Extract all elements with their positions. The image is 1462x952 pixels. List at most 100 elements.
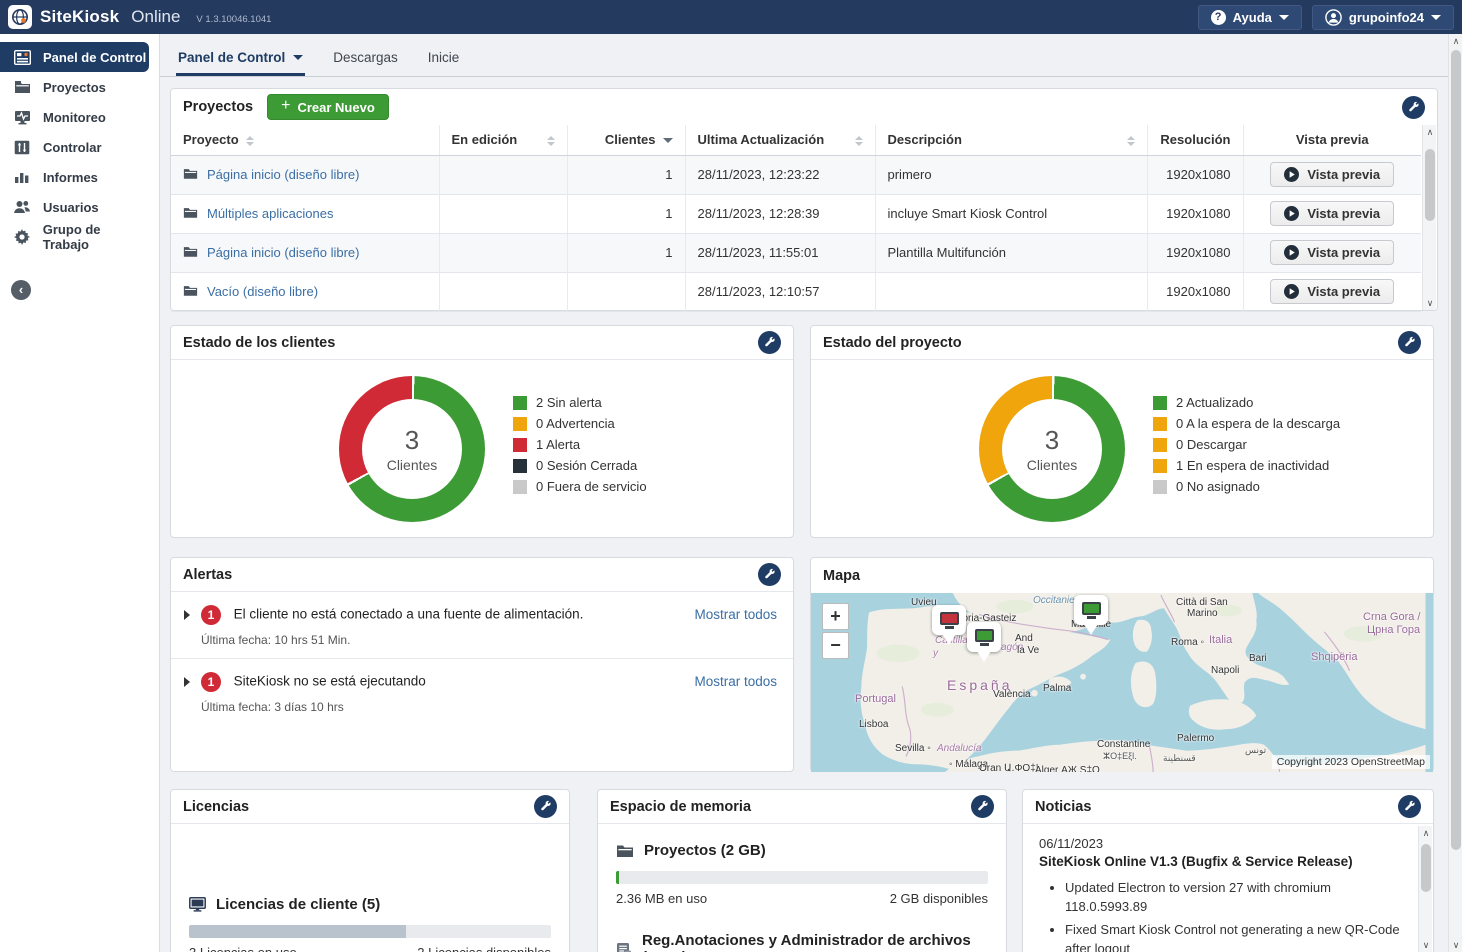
updated-cell: 28/11/2023, 12:28:39 [685, 194, 875, 233]
folder-icon [183, 206, 198, 222]
col-header-en-edicion[interactable]: En edición [439, 125, 567, 155]
map-label: Oran Ա.ΦΟ‡Ι [979, 763, 1039, 772]
map-zoom-out-button[interactable]: − [822, 632, 849, 659]
table-scrollbar[interactable]: ∧ ∨ [1422, 125, 1436, 310]
scroll-down-icon[interactable]: ∨ [1449, 938, 1462, 952]
version-label: V 1.3.10046.1041 [196, 14, 271, 25]
alert-row: 1 SiteKiosk no se está ejecutando Mostra… [171, 659, 793, 725]
expand-triangle-icon[interactable] [184, 610, 190, 620]
storage-progress-fill [616, 871, 619, 884]
legend-label: 0 Fuera de servicio [536, 479, 647, 494]
news-bullet: Updated Electron to version 27 with chro… [1065, 879, 1407, 917]
scroll-up-icon[interactable]: ∧ [1419, 826, 1433, 840]
col-header-ultima-actualizacion[interactable]: Ultima Actualización [685, 125, 875, 155]
sort-desc-icon[interactable] [663, 138, 673, 143]
project-name-link[interactable]: Múltiples aplicaciones [207, 206, 333, 221]
news-scrollbar[interactable]: ∧ ∨ [1418, 826, 1432, 952]
panel-title: Mapa [823, 568, 860, 584]
panel-settings-button[interactable] [971, 795, 994, 818]
map-label: Roma ◦ [1171, 637, 1204, 648]
clientes-cell: 1 [567, 155, 685, 194]
legend-label: 2 Actualizado [1176, 395, 1253, 410]
preview-button[interactable]: Vista previa [1270, 201, 1394, 226]
sidebar-item-informes[interactable]: Informes [0, 162, 149, 192]
legend-label: 1 En espera de inactividad [1176, 458, 1329, 473]
description-cell: Plantilla Multifunción [875, 233, 1147, 272]
chevron-down-icon [1431, 15, 1441, 20]
scroll-up-icon[interactable]: ∧ [1423, 125, 1437, 139]
map-zoom-in-button[interactable]: + [822, 603, 849, 630]
col-header-clientes[interactable]: Clientes [567, 125, 685, 155]
control-sliders-icon [13, 140, 31, 155]
panel-settings-button[interactable] [758, 563, 781, 586]
user-menu-button[interactable]: grupoinfo24 [1312, 5, 1454, 30]
scroll-down-icon[interactable]: ∨ [1423, 296, 1437, 310]
preview-button[interactable]: Vista previa [1270, 240, 1394, 265]
sidebar-item-panel-de-control[interactable]: Panel de Control [0, 42, 149, 72]
sidebar: Panel de Control Proyectos Monitoreo Con… [0, 34, 160, 952]
map-label: Alger ΑЖ.Ѕ‡Ο [1035, 765, 1100, 772]
sidebar-collapse-button[interactable]: ‹ [11, 280, 31, 300]
project-name-link[interactable]: Página inicio (diseño libre) [207, 245, 359, 260]
scroll-up-icon[interactable]: ∧ [1449, 34, 1462, 48]
sidebar-item-grupo-de-trabajo[interactable]: Grupo de Trabajo [0, 222, 149, 252]
updated-cell: 28/11/2023, 11:55:01 [685, 233, 875, 272]
panel-title: Estado de los clientes [183, 335, 335, 351]
news-headline: SiteKiosk Online V1.3 (Bugfix & Service … [1039, 854, 1407, 869]
collapse-chevron-icon: ‹ [19, 282, 23, 297]
map-label: Palma [1043, 683, 1071, 694]
description-cell [875, 272, 1147, 311]
sort-icon[interactable] [246, 136, 254, 146]
preview-button[interactable]: Vista previa [1270, 162, 1394, 187]
preview-button[interactable]: Vista previa [1270, 279, 1394, 304]
sort-icon[interactable] [547, 136, 555, 146]
licenses-available-label: 2 Licencias disponibles [417, 945, 551, 952]
sidebar-item-proyectos[interactable]: Proyectos [0, 72, 149, 102]
project-name-link[interactable]: Vacío (diseño libre) [207, 284, 318, 299]
panel-settings-button[interactable] [1398, 331, 1421, 354]
panel-settings-button[interactable] [1402, 96, 1425, 119]
legend-swatch [513, 396, 527, 410]
scrollbar-thumb[interactable] [1451, 50, 1461, 850]
project-name-link[interactable]: Página inicio (diseño libre) [207, 167, 359, 182]
expand-triangle-icon[interactable] [184, 677, 190, 687]
col-header-descripcion[interactable]: Descripción [875, 125, 1147, 155]
show-all-link[interactable]: Mostrar todos [694, 607, 777, 622]
tab-panel-de-control[interactable]: Panel de Control [176, 40, 305, 76]
description-cell: incluye Smart Kiosk Control [875, 194, 1147, 233]
tab-descargas[interactable]: Descargas [331, 40, 400, 76]
news-panel: Noticias 06/11/2023 SiteKiosk Online V1.… [1022, 789, 1434, 952]
legend-item: 0 A la espera de la descarga [1153, 416, 1340, 431]
storage-panel: Espacio de memoria Proyectos (2 GB) 2.36… [597, 789, 1007, 952]
page-scrollbar[interactable]: ∧ ∨ [1448, 34, 1462, 952]
sort-icon[interactable] [1127, 136, 1135, 146]
updated-cell: 28/11/2023, 12:23:22 [685, 155, 875, 194]
sidebar-item-controlar[interactable]: Controlar [0, 132, 149, 162]
panel-settings-button[interactable] [1398, 795, 1421, 818]
sort-icon[interactable] [855, 136, 863, 146]
scrollbar-thumb[interactable] [1421, 844, 1431, 892]
panel-settings-button[interactable] [534, 795, 557, 818]
user-label: grupoinfo24 [1349, 10, 1424, 25]
license-item-label: Licencias de cliente (5) [216, 896, 380, 913]
panel-settings-button[interactable] [758, 331, 781, 354]
sidebar-item-usuarios[interactable]: Usuarios [0, 192, 149, 222]
gear-icon [13, 229, 31, 245]
scroll-down-icon[interactable]: ∨ [1419, 938, 1433, 952]
create-new-button[interactable]: + Crear Nuevo [267, 94, 389, 120]
scrollbar-thumb[interactable] [1425, 149, 1435, 221]
tab-inicie[interactable]: Inicie [426, 40, 462, 76]
map-canvas[interactable]: + − Copyright 2023 OpenStreetMap UvieuVi… [811, 593, 1433, 772]
legend-label: 0 Sesión Cerrada [536, 458, 637, 473]
help-button[interactable]: ? Ayuda [1198, 5, 1302, 30]
help-icon: ? [1211, 10, 1226, 25]
plus-icon: + [281, 97, 290, 115]
resolution-cell: 1920x1080 [1147, 233, 1243, 272]
table-row: Múltiples aplicaciones128/11/2023, 12:28… [171, 194, 1421, 233]
col-header-proyecto[interactable]: Proyecto [171, 125, 439, 155]
news-date: 06/11/2023 [1039, 836, 1407, 851]
sidebar-item-label: Usuarios [43, 200, 99, 215]
storage-progress-track [616, 871, 988, 884]
sidebar-item-monitoreo[interactable]: Monitoreo [0, 102, 149, 132]
show-all-link[interactable]: Mostrar todos [694, 674, 777, 689]
